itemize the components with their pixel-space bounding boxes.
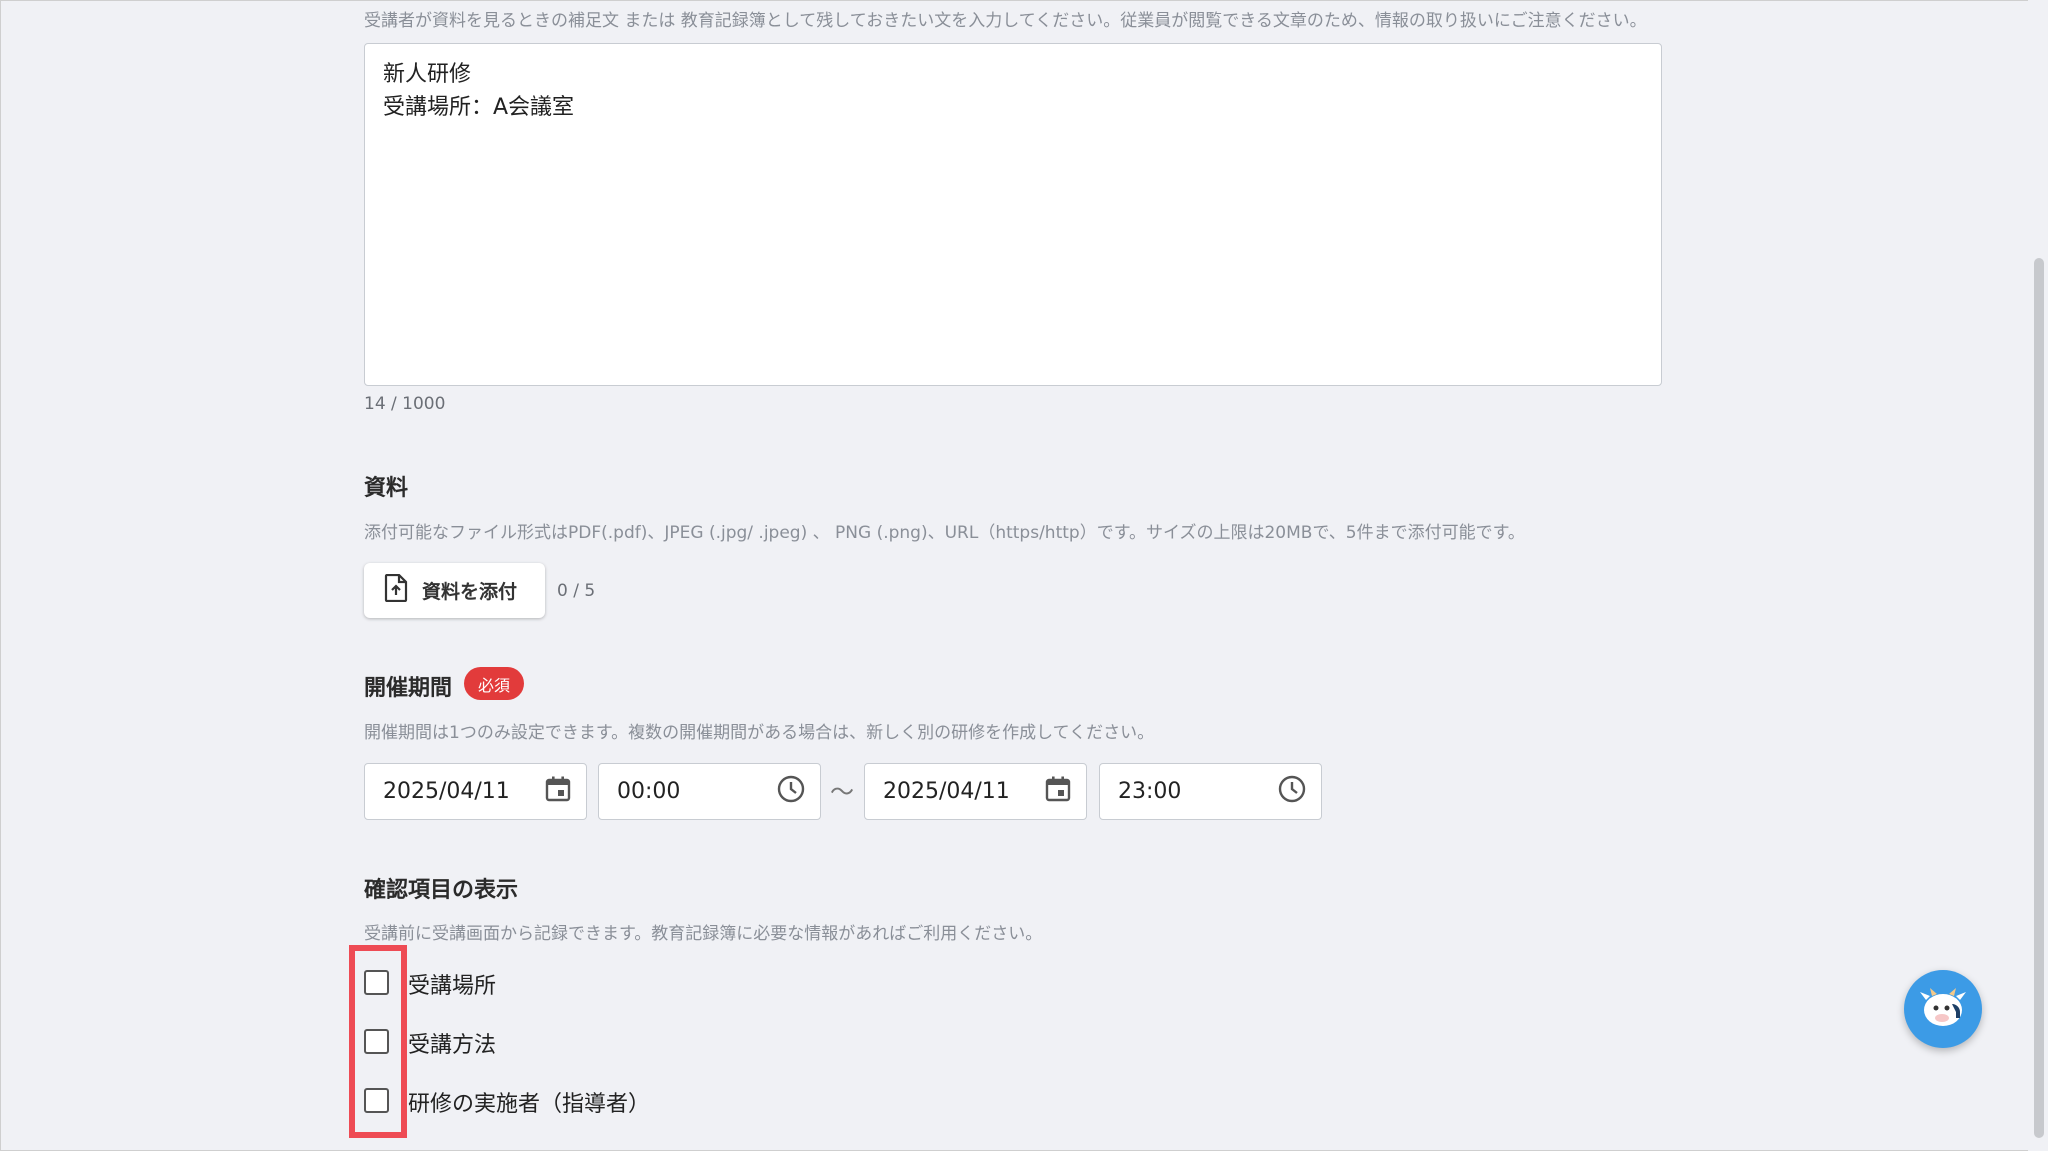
end-date-field[interactable]: 2025/04/11 <box>864 763 1087 820</box>
memo-counter: 14 / 1000 <box>364 394 446 414</box>
scrollbar-thumb[interactable] <box>2034 258 2044 1138</box>
chat-assistant-button[interactable] <box>1904 970 1982 1048</box>
end-time-value: 23:00 <box>1118 779 1182 804</box>
memo-textarea[interactable]: 新人研修 受講場所：A会議室 <box>364 43 1662 386</box>
materials-title: 資料 <box>364 476 409 501</box>
period-separator: 〜 <box>830 778 854 806</box>
clock-icon[interactable] <box>776 774 806 810</box>
attach-material-label: 資料を添付 <box>422 581 518 603</box>
checkbox-label-instructor: 研修の実施者（指導者） <box>408 1092 651 1117</box>
checkbox-row-location[interactable]: 受講場所 <box>364 970 496 999</box>
memo-line-1: 新人研修 <box>383 62 472 87</box>
period-hint: 開催期間は1つのみ設定できます。複数の開催期間がある場合は、新しく別の研修を作成… <box>364 723 1155 743</box>
cow-mascot-icon <box>1914 982 1972 1036</box>
confirm-hint: 受講前に受講画面から記録できます。教育記録簿に必要な情報があればご利用ください。 <box>364 924 1043 944</box>
attach-count: 0 / 5 <box>557 581 596 601</box>
start-time-value: 00:00 <box>617 779 681 804</box>
checkbox-instructor[interactable] <box>364 1088 389 1113</box>
start-time-field[interactable]: 00:00 <box>598 763 821 820</box>
required-badge: 必須 <box>464 667 524 700</box>
end-date-value: 2025/04/11 <box>883 779 1010 804</box>
checkbox-label-method: 受講方法 <box>408 1033 497 1058</box>
start-date-field[interactable]: 2025/04/11 <box>364 763 587 820</box>
confirm-title: 確認項目の表示 <box>364 878 519 903</box>
checkbox-row-instructor[interactable]: 研修の実施者（指導者） <box>364 1088 650 1117</box>
file-upload-icon <box>384 573 408 607</box>
checkbox-row-method[interactable]: 受講方法 <box>364 1029 496 1058</box>
end-time-field[interactable]: 23:00 <box>1099 763 1322 820</box>
period-title: 開催期間 <box>364 676 453 701</box>
attach-material-button[interactable]: 資料を添付 <box>364 563 545 618</box>
calendar-icon[interactable] <box>1044 775 1072 809</box>
start-date-value: 2025/04/11 <box>383 779 510 804</box>
memo-hint: 受講者が資料を見るときの補足文 または 教育記録簿として残しておきたい文を入力し… <box>364 11 1647 31</box>
clock-icon[interactable] <box>1277 774 1307 810</box>
calendar-icon[interactable] <box>544 775 572 809</box>
checkbox-label-location: 受講場所 <box>408 974 497 999</box>
checkbox-method[interactable] <box>364 1029 389 1054</box>
memo-line-2: 受講場所：A会議室 <box>383 95 575 120</box>
materials-hint: 添付可能なファイル形式はPDF(.pdf)、JPEG (.jpg/ .jpeg)… <box>364 523 1525 543</box>
checkbox-location[interactable] <box>364 970 389 995</box>
